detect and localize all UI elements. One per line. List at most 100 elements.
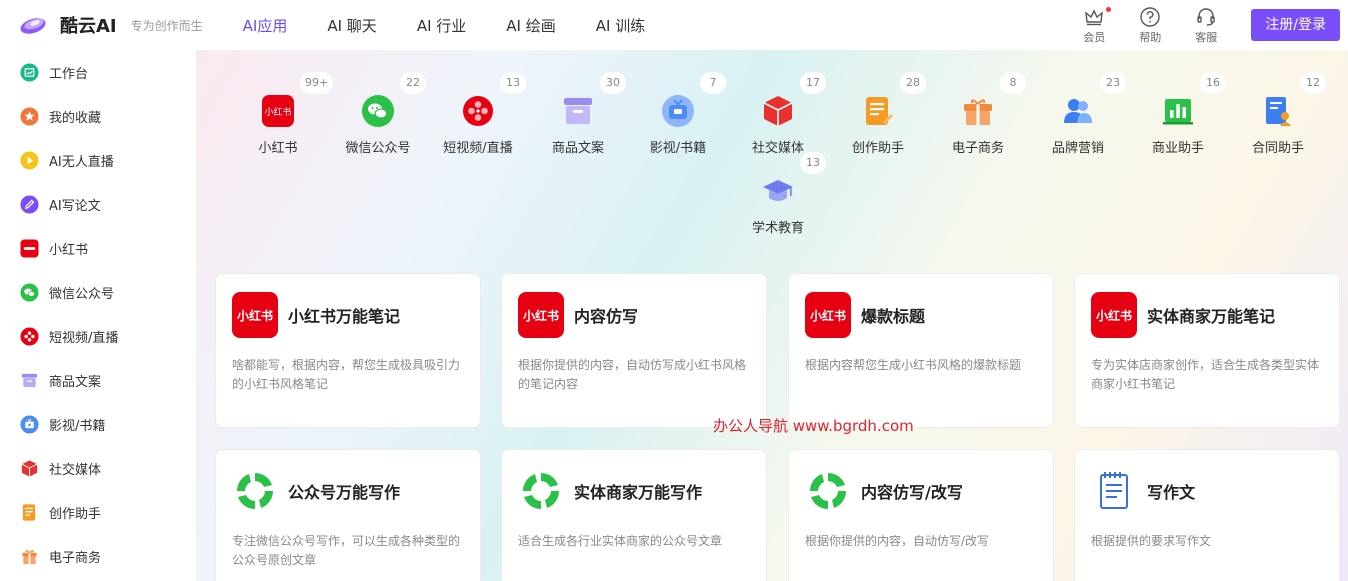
help-button[interactable]: 帮助 xyxy=(1139,6,1161,45)
sidebar-item-ai-paper[interactable]: AI写论文 xyxy=(0,182,196,226)
app-card-viral-title[interactable]: 小红书 爆款标题 根据内容帮您生成小红书风格的爆款标题 xyxy=(788,273,1054,428)
sidebar-item-short-video[interactable]: 短视频/直播 xyxy=(0,314,196,358)
document-icon xyxy=(22,503,36,521)
help-label: 帮助 xyxy=(1139,30,1162,44)
logo-slogan: 专为创作而生 xyxy=(130,18,203,33)
nav-ai-drawing[interactable]: AI 绘画 xyxy=(506,15,555,36)
category-film-books[interactable]: 7 影视/书籍 xyxy=(628,70,728,156)
sidebar-item-dashboard[interactable]: 工作台 xyxy=(0,50,196,94)
cube-icon xyxy=(763,96,793,126)
box-icon xyxy=(21,373,38,387)
dashboard-icon xyxy=(20,62,39,82)
card-description: 专注微信公众号写作，可以生成各种类型的公众号原创文章 xyxy=(232,534,461,567)
card-description: 根据提供的要求写作文 xyxy=(1091,534,1212,548)
crown-icon xyxy=(1085,8,1104,25)
app-card-content-imitation[interactable]: 小红书 内容仿写 根据你提供的内容，自动仿写成小红书风格的笔记内容 xyxy=(501,273,767,428)
category-product-copy[interactable]: 30 商品文案 xyxy=(528,70,628,156)
sidebar-item-label: 影视/书籍 xyxy=(49,418,106,434)
card-description: 适合生成各行业实体商家的公众号文章 xyxy=(518,534,723,548)
xiaohongshu-logo-icon: 小红书 xyxy=(805,292,851,338)
category-label: 电子商务 xyxy=(951,141,1004,156)
sidebar-item-creation-assistant[interactable]: 创作助手 xyxy=(0,490,196,534)
category-creation-assistant[interactable]: 28 创作助手 xyxy=(828,70,928,156)
people-icon xyxy=(1064,99,1092,123)
category-xiaohongshu[interactable]: 99+ 小红书 小红书 xyxy=(228,70,334,156)
film-icon xyxy=(463,96,493,126)
xiaohongshu-icon: 小红书 xyxy=(262,95,294,127)
xiaohongshu-logo-icon: 小红书 xyxy=(232,292,278,338)
category-academic-education[interactable]: 13 学术教育 xyxy=(728,150,828,236)
category-label: 商品文案 xyxy=(551,141,604,156)
sidebar-item-favorites[interactable]: 我的收藏 xyxy=(0,94,196,138)
sidebar-item-product-copy[interactable]: 商品文案 xyxy=(0,358,196,402)
star-icon xyxy=(20,106,39,126)
card-title: 实体商家万能写作 xyxy=(574,483,703,502)
service-button[interactable]: 客服 xyxy=(1195,6,1217,45)
logo[interactable]: 酷云AI 专为创作而生 xyxy=(18,12,203,38)
gift-icon xyxy=(22,549,37,564)
notepad-icon xyxy=(1100,472,1128,509)
category-count-badge: 30 xyxy=(600,72,626,94)
sidebar-item-label: 我的收藏 xyxy=(49,110,102,126)
category-wechat[interactable]: 22 微信公众号 xyxy=(328,70,428,156)
sidebar-item-label: 微信公众号 xyxy=(49,286,115,302)
member-button[interactable]: 会员 xyxy=(1083,6,1112,45)
xiaohongshu-logo-icon: 小红书 xyxy=(518,292,564,338)
nav-ai-training[interactable]: AI 训练 xyxy=(596,15,645,36)
graduation-cap-icon xyxy=(763,180,793,201)
sidebar-item-wechat[interactable]: 微信公众号 xyxy=(0,270,196,314)
xiaohongshu-logo-icon: 小红书 xyxy=(1091,292,1137,338)
login-register-button[interactable]: 注册/登录 xyxy=(1251,9,1340,41)
wechat-icon xyxy=(362,95,394,127)
category-label: 影视/书籍 xyxy=(649,141,707,156)
sidebar-item-label: AI无人直播 xyxy=(49,154,114,170)
category-count-badge: 23 xyxy=(1100,72,1126,94)
xiaohongshu-icon xyxy=(20,238,39,258)
category-brand-marketing[interactable]: 23 品牌营销 xyxy=(1028,70,1128,156)
category-label: 品牌营销 xyxy=(1051,141,1104,156)
app-card-merchant-writing[interactable]: 实体商家万能写作 适合生成各行业实体商家的公众号文章 xyxy=(501,449,767,581)
sidebar-item-xiaohongshu[interactable]: 小红书 xyxy=(0,226,196,270)
sidebar-item-social-media[interactable]: 社交媒体 xyxy=(0,446,196,490)
app-card-rewrite[interactable]: 内容仿写/改写 根据你提供的内容，自动仿写/改写 xyxy=(788,449,1054,581)
gift-icon xyxy=(964,99,992,125)
card-description: 根据内容帮您生成小红书风格的爆款标题 xyxy=(805,358,1022,372)
category-business-assistant[interactable]: 16 商业助手 xyxy=(1128,70,1228,156)
nav-ai-chat[interactable]: AI 聊天 xyxy=(327,15,376,36)
card-title: 写作文 xyxy=(1147,483,1196,502)
category-count-badge: 13 xyxy=(800,152,826,174)
app-card-wechat-writing[interactable]: 公众号万能写作 专注微信公众号写作，可以生成各种类型的公众号原创文章 xyxy=(215,449,481,581)
member-label: 会员 xyxy=(1083,30,1106,44)
card-description: 啥都能写，根据内容，帮您生成极具吸引力的小红书风格笔记 xyxy=(232,358,461,391)
header-actions: 会员 帮助 客服 注册/登录 xyxy=(1083,0,1340,50)
app-card-xhs-universal-notes[interactable]: 小红书 小红书万能笔记 啥都能写，根据内容，帮您生成极具吸引力的小红书风格笔记 xyxy=(215,273,481,428)
category-label: 学术教育 xyxy=(751,221,804,236)
card-title: 爆款标题 xyxy=(861,307,926,326)
nav-ai-apps[interactable]: AI应用 xyxy=(243,15,288,36)
box-icon xyxy=(564,98,592,124)
sidebar-item-ai-live[interactable]: AI无人直播 xyxy=(0,138,196,182)
app-card-essay-writing[interactable]: 写作文 根据提供的要求写作文 xyxy=(1074,449,1340,581)
category-count-badge: 16 xyxy=(1200,72,1226,94)
document-icon xyxy=(866,97,893,125)
card-description: 根据你提供的内容，自动仿写/改写 xyxy=(805,534,990,548)
category-social-media[interactable]: 17 社交媒体 xyxy=(728,70,828,156)
top-header: 酷云AI 专为创作而生 AI应用 AI 聊天 AI 行业 AI 绘画 AI 训练… xyxy=(0,0,1348,50)
sidebar-item-label: 电子商务 xyxy=(49,550,102,566)
watermark-text: 办公人导航 www.bgrdh.com xyxy=(713,417,914,435)
sidebar-item-label: AI写论文 xyxy=(49,198,101,214)
tv-icon xyxy=(662,95,694,127)
app-card-merchant-notes[interactable]: 小红书 实体商家万能笔记 专为实体店商家创作，适合生成各类型实体商家小红书笔记 xyxy=(1074,273,1340,428)
category-count-badge: 22 xyxy=(400,72,426,94)
sidebar-item-label: 商品文案 xyxy=(49,374,102,390)
sidebar-item-ecommerce[interactable]: 电子商务 xyxy=(0,534,196,578)
category-contract-assistant[interactable]: 12 合同助手 xyxy=(1228,70,1328,156)
nav-ai-industry[interactable]: AI 行业 xyxy=(417,15,466,36)
category-ecommerce[interactable]: 8 电子商务 xyxy=(928,70,1028,156)
logo-mark-icon xyxy=(20,18,46,34)
sidebar-item-label: 小红书 xyxy=(49,242,89,258)
sidebar-item-film-books[interactable]: 影视/书籍 xyxy=(0,402,196,446)
question-circle-icon xyxy=(1140,6,1160,27)
cube-icon xyxy=(21,459,38,477)
category-short-video[interactable]: 13 短视频/直播 xyxy=(428,70,528,156)
